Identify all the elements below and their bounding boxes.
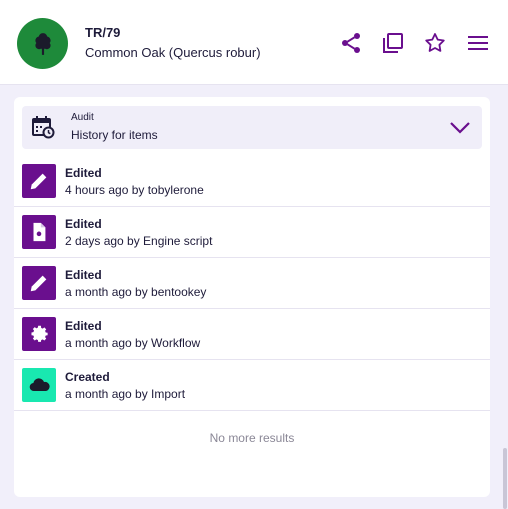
copy-icon bbox=[383, 33, 403, 53]
record-avatar bbox=[17, 18, 68, 69]
menu-button[interactable] bbox=[464, 29, 492, 57]
history-action: Edited bbox=[65, 166, 102, 180]
history-panel: Audit History for items Edited 4 hours a… bbox=[14, 97, 490, 497]
menu-icon bbox=[468, 36, 488, 50]
history-item[interactable]: Edited a month ago by Workflow bbox=[14, 309, 490, 360]
history-item-icon bbox=[22, 317, 56, 351]
audit-section-header[interactable]: Audit History for items bbox=[22, 106, 482, 149]
history-detail: a month ago by Import bbox=[65, 387, 186, 401]
gear-icon bbox=[31, 325, 48, 342]
history-item-icon bbox=[22, 164, 56, 198]
history-item-icon bbox=[22, 368, 56, 402]
copy-button[interactable] bbox=[379, 29, 407, 57]
cloud-icon bbox=[29, 378, 50, 392]
history-item[interactable]: Created a month ago by Import bbox=[14, 360, 490, 411]
share-button[interactable] bbox=[337, 29, 365, 57]
history-detail: 4 hours ago by tobylerone bbox=[65, 183, 204, 197]
calendar-clock-icon bbox=[32, 116, 55, 139]
history-action: Edited bbox=[65, 319, 102, 333]
favourite-button[interactable] bbox=[421, 29, 449, 57]
pencil-icon bbox=[30, 275, 47, 292]
history-item[interactable]: Edited a month ago by bentookey bbox=[14, 258, 490, 309]
history-item-icon bbox=[22, 215, 56, 249]
star-icon bbox=[425, 33, 445, 52]
script-file-icon bbox=[33, 222, 46, 242]
record-name: Common Oak (Quercus robur) bbox=[85, 45, 261, 60]
scrollbar[interactable] bbox=[502, 85, 508, 509]
pencil-icon bbox=[30, 173, 47, 190]
record-header: TR/79 Common Oak (Quercus robur) bbox=[0, 0, 508, 85]
history-list: Edited 4 hours ago by tobylerone Edited … bbox=[14, 156, 490, 411]
audit-title: Audit bbox=[71, 112, 94, 123]
history-action: Edited bbox=[65, 217, 102, 231]
tree-icon bbox=[34, 32, 51, 55]
no-more-results: No more results bbox=[209, 431, 295, 445]
history-detail: a month ago by Workflow bbox=[65, 336, 201, 350]
record-reference: TR/79 bbox=[85, 25, 121, 40]
history-item[interactable]: Edited 2 days ago by Engine script bbox=[14, 207, 490, 258]
history-detail: a month ago by bentookey bbox=[65, 285, 207, 299]
history-action: Edited bbox=[65, 268, 102, 282]
history-action: Created bbox=[65, 370, 110, 384]
chevron-down-icon[interactable] bbox=[447, 116, 473, 140]
history-item-icon bbox=[22, 266, 56, 300]
audit-subtitle: History for items bbox=[71, 128, 158, 142]
history-item[interactable]: Edited 4 hours ago by tobylerone bbox=[14, 156, 490, 207]
share-icon bbox=[342, 33, 360, 53]
scrollbar-thumb[interactable] bbox=[503, 448, 507, 509]
history-detail: 2 days ago by Engine script bbox=[65, 234, 213, 248]
